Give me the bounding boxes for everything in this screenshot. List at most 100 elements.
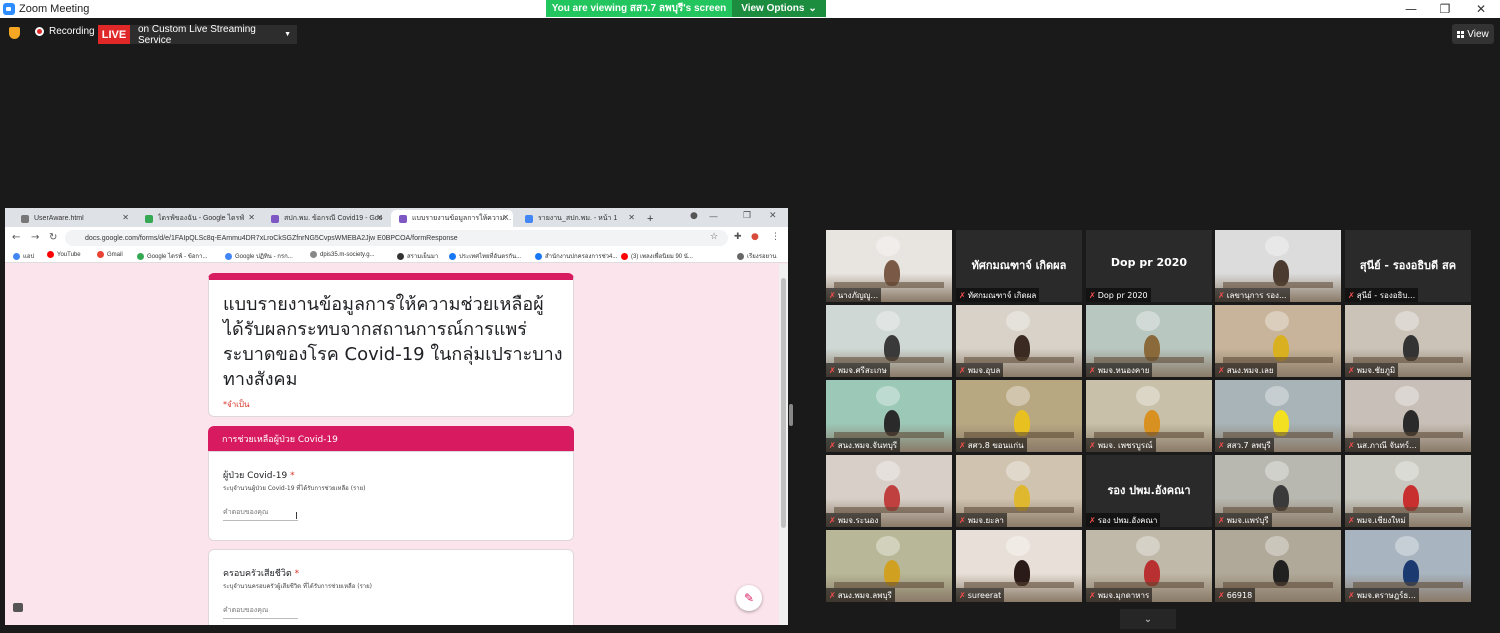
- participant-tile[interactable]: ✗ พมจ.หนองคาย: [1086, 305, 1212, 377]
- answer-input[interactable]: คำตอบของคุณ: [223, 507, 298, 521]
- participant-tile[interactable]: ✗ นส.ภาณี จันทร์...: [1345, 380, 1471, 452]
- answer-input[interactable]: คำตอบของคุณ: [223, 605, 298, 619]
- bookmark-item[interactable]: Google ปฏิทิน - กรก...: [225, 251, 293, 261]
- participant-name: สนง.พมจ.ลพบุรี: [837, 590, 892, 600]
- participant-tile[interactable]: ✗ พมจ.ศรีสะเกษ: [826, 305, 952, 377]
- required-note: *จำเป็น: [223, 400, 250, 409]
- participant-tile[interactable]: ✗ พมจ.ระนอง: [826, 455, 952, 527]
- participant-tile[interactable]: ✗ สนง.พมจ.ลพบุรี: [826, 530, 952, 602]
- feedback-icon[interactable]: [13, 603, 23, 612]
- browser-close-button[interactable]: ✕: [769, 211, 777, 221]
- view-button[interactable]: View: [1452, 24, 1494, 44]
- close-button[interactable]: ✕: [1464, 0, 1498, 18]
- muted-mic-icon: ✗: [1348, 515, 1355, 525]
- browser-minimize-button[interactable]: —: [709, 212, 718, 222]
- page-scrollbar[interactable]: [779, 264, 788, 625]
- bookmark-favicon-icon: [449, 252, 456, 260]
- participant-tile[interactable]: ✗ สศว.8 ขอนแก่น: [956, 380, 1082, 452]
- forward-arrow-icon[interactable]: →: [31, 232, 39, 243]
- scrollbar-thumb[interactable]: [781, 278, 786, 528]
- bookmark-favicon-icon: [310, 251, 317, 258]
- edit-pencil-icon[interactable]: ✎: [736, 585, 762, 611]
- participant-display-name: สุนีย์ - รองอธิบดี สค: [1359, 259, 1457, 272]
- browser-tab[interactable]: สปก.พม. ข้อกรณี Covid19 - Goo ✕: [263, 210, 387, 227]
- participant-tile[interactable]: ✗ สสว.7 ลพบุรี: [1215, 380, 1341, 452]
- window-title: Zoom Meeting: [19, 3, 90, 15]
- browser-tab[interactable]: แบบรายงานข้อมูลการให้ความช่วยเห✕: [391, 210, 513, 227]
- bookmark-favicon-icon: [535, 252, 542, 260]
- browser-tab[interactable]: UserAware.html ✕: [13, 210, 133, 227]
- minimize-button[interactable]: —: [1394, 0, 1428, 18]
- browser-tab[interactable]: ไดรฟ์ของฉัน - Google ไดรฟ์ ✕: [137, 210, 259, 227]
- muted-mic-icon: ✗: [1348, 290, 1355, 300]
- participant-tile[interactable]: ✗ sureerat: [956, 530, 1082, 602]
- bookmark-item[interactable]: Gmail: [97, 251, 123, 258]
- participant-tile[interactable]: Dop pr 2020 ✗ Dop pr 2020: [1086, 230, 1212, 302]
- participant-tile[interactable]: ✗ พมจ.ยะลา: [956, 455, 1082, 527]
- participant-name-bar: ✗ พมจ.ตราษฎร์ธ...: [1345, 588, 1419, 602]
- browser-tab[interactable]: รายงาน_สปก.พม. - หน้า 1 ✕: [517, 210, 639, 227]
- question-label-text: ผู้ป่วย Covid-19: [223, 471, 288, 481]
- tab-close-icon[interactable]: ✕: [628, 213, 635, 222]
- recording-indicator[interactable]: Recording: [35, 26, 95, 37]
- participant-tile[interactable]: ✗ พมจ.มุกดาหาร: [1086, 530, 1212, 602]
- stream-service-dropdown[interactable]: on Custom Live Streaming Service ▼: [130, 24, 297, 46]
- participant-tile[interactable]: รอง ปพม.อังคณา ✗ รอง ปพม.อังคณา: [1086, 455, 1212, 527]
- participant-tile[interactable]: ✗ สนง.พมจ.เลย: [1215, 305, 1341, 377]
- participant-tile[interactable]: ✗ พมจ.แพร่บุรี: [1215, 455, 1341, 527]
- participant-tile[interactable]: สุนีย์ - รองอธิบดี สค ✗ สุนีย์ - รองอธิบ..…: [1345, 230, 1471, 302]
- participant-name: สนง.พมจ.จันทบุรี: [837, 440, 898, 450]
- security-shield-icon[interactable]: [9, 27, 20, 39]
- participant-tile[interactable]: ✗ สนง.พมจ.จันทบุรี: [826, 380, 952, 452]
- bookmark-label: เรียงรอยาน: [747, 254, 777, 260]
- tab-close-icon[interactable]: ✕: [502, 213, 509, 222]
- participant-name: พมจ.มุกดาหาร: [1097, 590, 1150, 600]
- bookmark-item[interactable]: YouTube: [47, 251, 81, 258]
- browser-profile-icon[interactable]: ●: [690, 211, 698, 221]
- bookmark-item[interactable]: แอป: [13, 251, 34, 261]
- tab-close-icon[interactable]: ✕: [248, 213, 255, 222]
- bookmark-star-icon[interactable]: ☆: [710, 232, 718, 242]
- url-text: docs.google.com/forms/d/e/1FAIpQLSc8q-EA…: [85, 234, 458, 242]
- tab-close-icon[interactable]: ✕: [376, 213, 383, 222]
- participant-tile[interactable]: ✗ พมจ.อุบล: [956, 305, 1082, 377]
- bookmark-item[interactable]: dpis35.m-society.g...: [310, 251, 375, 258]
- bookmark-item[interactable]: สำนักงานปกครองการช่ว4...: [535, 251, 617, 261]
- bookmark-item[interactable]: Google ไดรฟ์ - ข้อกา...: [137, 251, 207, 261]
- participant-name-bar: ✗ พมจ.หนองคาย: [1086, 363, 1153, 377]
- bookmark-item[interactable]: เรียงรอยาน: [737, 251, 777, 261]
- reload-icon[interactable]: ↻: [49, 232, 57, 243]
- browser-maximize-button[interactable]: ❐: [743, 211, 751, 221]
- bookmark-item[interactable]: สรามเย็นมา: [397, 251, 438, 261]
- participant-tile[interactable]: ✗ พมจ.ตราษฎร์ธ...: [1345, 530, 1471, 602]
- muted-mic-icon: ✗: [1089, 515, 1096, 525]
- participant-tile[interactable]: ✗ เลขานุการ รอง...: [1215, 230, 1341, 302]
- participant-display-name: ทัศกมณฑาจ์ เกิดผล: [971, 259, 1067, 272]
- participant-name-bar: ✗ พมจ.แพร่บุรี: [1215, 513, 1272, 527]
- participant-tile[interactable]: ✗ นางภัญญู...: [826, 230, 952, 302]
- participant-display-name: รอง ปพม.อังคณา: [1107, 484, 1191, 497]
- split-view-handle[interactable]: [789, 404, 793, 426]
- url-input[interactable]: docs.google.com/forms/d/e/1FAIpQLSc8q-EA…: [65, 230, 728, 246]
- back-arrow-icon[interactable]: ←: [12, 232, 20, 243]
- avatar-icon[interactable]: ●: [751, 232, 759, 242]
- new-tab-button[interactable]: +: [645, 210, 659, 227]
- participant-tile[interactable]: ✗ พมจ.เชียงใหม่: [1345, 455, 1471, 527]
- more-menu-icon[interactable]: ⋮: [771, 232, 780, 242]
- participant-tile[interactable]: ✗ พมจ. เพชรบูรณ์: [1086, 380, 1212, 452]
- bookmark-item[interactable]: ประเทศไทยที่อันตรกัน...: [449, 251, 521, 261]
- shared-screen-browser: UserAware.html ✕ ไดรฟ์ของฉัน - Google ไดรฟ…: [5, 208, 788, 625]
- tab-close-icon[interactable]: ✕: [122, 213, 129, 222]
- participant-name: พมจ.แพร่บุรี: [1226, 515, 1269, 525]
- tab-favicon-icon: [399, 214, 407, 223]
- participant-tile[interactable]: ✗ พมจ.ชัยภูมิ: [1345, 305, 1471, 377]
- chevron-down-icon[interactable]: ⌄: [1120, 609, 1176, 629]
- bookmark-item[interactable]: (3) เพลงเพื่อนิยม 90 นั...: [621, 251, 693, 261]
- maximize-button[interactable]: ❐: [1428, 0, 1462, 18]
- section-header: การช่วยเหลือผู้ป่วย Covid-19: [208, 426, 574, 451]
- participant-tile[interactable]: ✗ 66918: [1215, 530, 1341, 602]
- extensions-icon[interactable]: ✚: [734, 232, 742, 242]
- bookmark-label: (3) เพลงเพื่อนิยม 90 นั...: [631, 254, 693, 260]
- participant-tile[interactable]: ทัศกมณฑาจ์ เกิดผล ✗ ทัศกมณฑาจ์ เกิดผล: [956, 230, 1082, 302]
- view-options-button[interactable]: View Options ⌄: [732, 0, 826, 17]
